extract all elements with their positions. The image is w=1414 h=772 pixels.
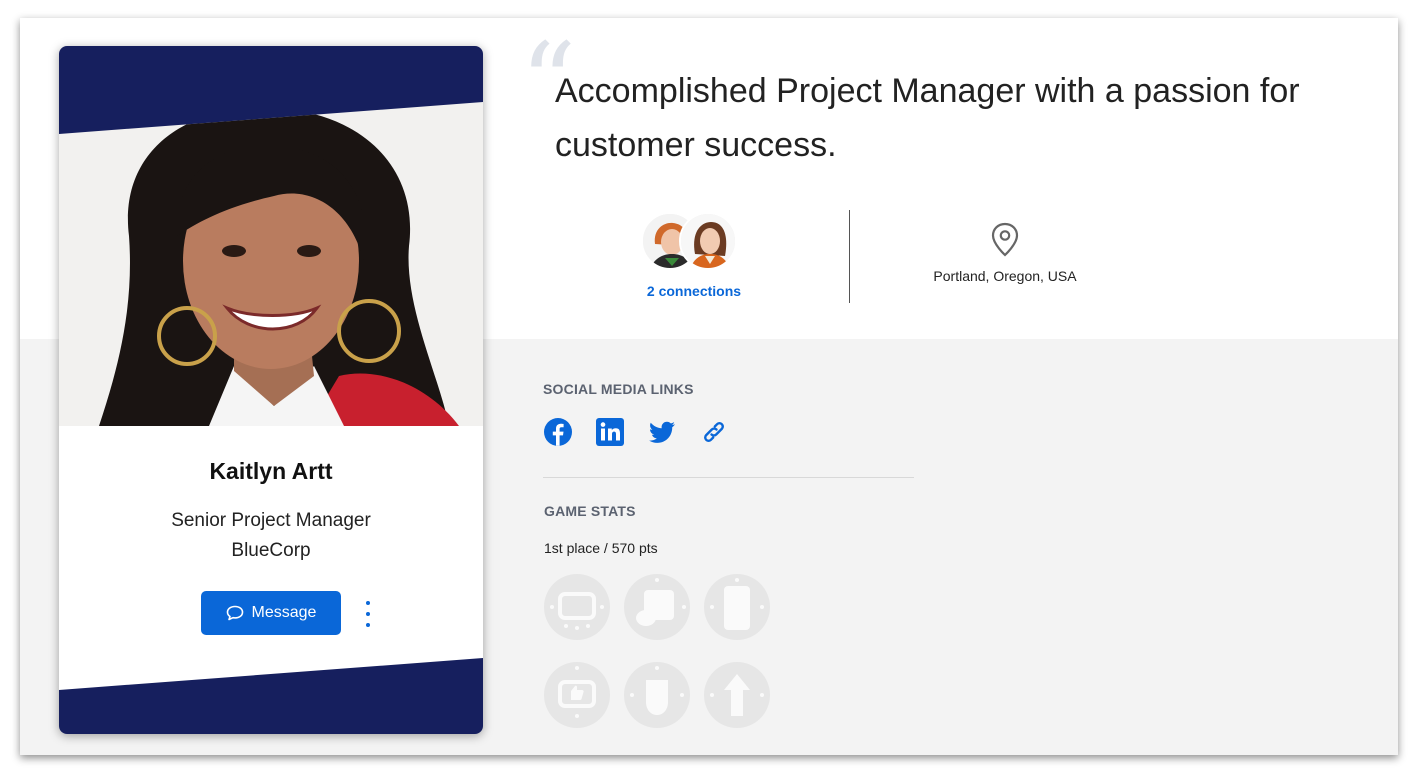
profile-job-title: Senior Project Manager (171, 510, 371, 531)
profile-page: Kaitlyn Artt Senior Project Manager Blue… (20, 18, 1398, 755)
avatar[interactable] (679, 212, 737, 270)
game-stats-heading: GAME STATS (544, 503, 636, 519)
profile-company: BlueCorp (231, 540, 311, 561)
message-button[interactable]: Message (201, 591, 341, 635)
profile-quote: Accomplished Project Manager with a pass… (555, 72, 1300, 164)
map-pin-icon (991, 222, 1019, 257)
message-button-label: Message (251, 604, 317, 621)
social-links (543, 417, 729, 447)
location-text: Portland, Oregon, USA (933, 268, 1077, 284)
connections-link[interactable]: 2 connections (606, 283, 782, 299)
profile-name: Kaitlyn Artt (209, 458, 333, 484)
calendar-badge-icon[interactable] (624, 574, 690, 640)
chat-bubble-icon (226, 605, 243, 621)
stats-divider (849, 210, 850, 303)
linkedin-icon[interactable] (595, 417, 625, 447)
arrow-up-badge-icon[interactable] (704, 662, 770, 728)
connection-avatars[interactable] (641, 212, 741, 272)
thumbs-up-badge-icon[interactable] (544, 662, 610, 728)
facebook-icon[interactable] (543, 417, 573, 447)
card-footer-banner (59, 658, 483, 734)
phone-badge-icon[interactable] (704, 574, 770, 640)
profile-card: Kaitlyn Artt Senior Project Manager Blue… (59, 46, 483, 734)
social-media-heading: SOCIAL MEDIA LINKS (543, 381, 694, 397)
twitter-icon[interactable] (647, 417, 677, 447)
game-score: 1st place / 570 pts (544, 540, 658, 556)
more-options-icon[interactable] (357, 601, 379, 627)
section-divider (543, 477, 914, 478)
hand-badge-icon[interactable] (624, 662, 690, 728)
link-icon[interactable] (699, 417, 729, 447)
tv-badge-icon[interactable] (544, 574, 610, 640)
